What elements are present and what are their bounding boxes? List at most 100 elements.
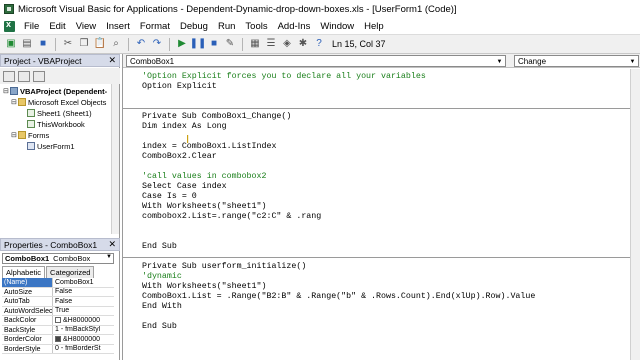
code-line[interactable]: ComboBox2.Clear xyxy=(142,152,217,162)
chevron-down-icon[interactable]: ▼ xyxy=(495,57,504,66)
menu-debug[interactable]: Debug xyxy=(175,21,213,32)
find-icon[interactable]: ⌕ xyxy=(109,37,123,51)
menu-insert[interactable]: Insert xyxy=(101,21,135,32)
run-icon[interactable]: ▶ xyxy=(175,37,189,51)
chevron-down-icon[interactable]: ▼ xyxy=(628,57,637,66)
code-line[interactable]: End Sub xyxy=(142,322,177,332)
code-line[interactable]: Private Sub ComboBox1_Change() xyxy=(142,112,291,122)
menu-edit[interactable]: Edit xyxy=(44,21,70,32)
menu-format[interactable]: Format xyxy=(135,21,175,32)
tree-item-thisworkbook[interactable]: ThisWorkbook xyxy=(27,119,85,129)
reset-icon[interactable]: ■ xyxy=(207,37,221,51)
chevron-down-icon[interactable]: ▼ xyxy=(106,254,112,260)
property-row[interactable]: BackColor &H8000000 xyxy=(2,316,114,326)
menu-help[interactable]: Help xyxy=(359,21,389,32)
tree-item-userform1[interactable]: UserForm1 xyxy=(27,141,75,151)
property-key: AutoWordSelect xyxy=(4,306,53,315)
object-dropdown-value: ComboBox1 xyxy=(130,56,175,66)
undo-icon[interactable]: ↶ xyxy=(134,37,148,51)
tree-item-vbaproject[interactable]: ⊟ VBAProject (Dependent- xyxy=(3,86,107,96)
property-row[interactable]: (Name) ComboBox1 xyxy=(2,278,114,288)
break-icon[interactable]: ❚❚ xyxy=(190,37,207,51)
project-explorer-icon[interactable]: ▦ xyxy=(248,37,262,51)
menu-run[interactable]: Run xyxy=(213,21,240,32)
redo-icon[interactable]: ↷ xyxy=(150,37,164,51)
property-value[interactable]: ComboBox1 xyxy=(53,279,114,286)
code-line[interactable]: index = ComboBox1.ListIndex xyxy=(142,142,276,152)
properties-title: Properties - ComboBox1 ✕ xyxy=(0,238,120,251)
procedure-separator xyxy=(123,108,631,109)
view-code-icon[interactable] xyxy=(3,70,15,82)
properties-window-icon[interactable]: ☰ xyxy=(264,37,278,51)
project-scrollbar[interactable] xyxy=(111,84,119,234)
code-scrollbar[interactable] xyxy=(630,69,640,360)
code-line[interactable]: 'dynamic xyxy=(142,272,182,282)
property-value[interactable]: False xyxy=(53,288,114,295)
toolbar-separator xyxy=(242,37,243,51)
property-row[interactable]: AutoWordSelect True xyxy=(2,306,114,316)
help-icon[interactable]: ? xyxy=(312,37,326,51)
object-browser-icon[interactable]: ◈ xyxy=(280,37,294,51)
property-value[interactable]: 0 - fmBorderSt xyxy=(53,345,114,352)
save-icon[interactable]: ■ xyxy=(36,37,50,51)
collapse-icon[interactable]: ⊟ xyxy=(11,131,18,139)
property-value[interactable]: True xyxy=(53,307,114,314)
property-value[interactable]: 1 - fmBackStyl xyxy=(53,326,114,333)
menu-view[interactable]: View xyxy=(71,21,101,32)
property-row[interactable]: BackStyle 1 - fmBackStyl xyxy=(2,325,114,335)
cut-icon[interactable]: ✂ xyxy=(61,37,75,51)
code-line[interactable]: Private Sub userform_initialize() xyxy=(142,262,306,272)
code-line[interactable]: Select Case index xyxy=(142,182,227,192)
code-line[interactable]: ComboBox1.List = .Range("B2:B" & .Range(… xyxy=(142,292,535,302)
code-line[interactable]: 'call values in combobox2 xyxy=(142,172,266,182)
tab-categorized[interactable]: Categorized xyxy=(46,266,95,278)
property-value[interactable]: &H8000000 xyxy=(53,336,114,343)
close-icon[interactable]: ✕ xyxy=(108,55,116,66)
vba-app-icon xyxy=(4,4,14,14)
object-selector[interactable]: ComboBox1 ComboBox ▼ xyxy=(2,253,114,264)
code-line[interactable]: Case Is = 0 xyxy=(142,192,197,202)
code-line[interactable]: With Worksheets("sheet1") xyxy=(142,282,266,292)
view-object-icon[interactable] xyxy=(18,70,30,82)
menu-add-ins[interactable]: Add-Ins xyxy=(273,21,316,32)
code-line[interactable]: 'Option Explicit forces you to declare a… xyxy=(142,72,426,82)
toolbar-separator xyxy=(169,37,170,51)
object-dropdown[interactable]: ComboBox1 ▼ xyxy=(126,55,506,67)
toolbox-icon[interactable]: ✱ xyxy=(296,37,310,51)
property-row[interactable]: AutoTab False xyxy=(2,297,114,307)
copy-icon[interactable]: ❐ xyxy=(77,37,91,51)
property-row[interactable]: BorderStyle 0 - fmBorderSt xyxy=(2,344,114,354)
property-row[interactable]: BorderColor &H8000000 xyxy=(2,335,114,345)
code-line[interactable]: End With xyxy=(142,302,182,312)
insert-userform-icon[interactable]: ▤ xyxy=(20,37,34,51)
tree-item-sheet1[interactable]: Sheet1 (Sheet1) xyxy=(27,108,92,118)
code-editor[interactable]: 'Option Explicit forces you to declare a… xyxy=(123,69,631,360)
tree-item-forms[interactable]: ⊟ Forms xyxy=(11,130,49,140)
project-explorer: Project - VBAProject ✕ ⊟ VBAProject (Dep… xyxy=(0,54,120,236)
property-value[interactable]: &H8000000 xyxy=(53,317,114,324)
procedure-separator xyxy=(123,257,631,258)
paste-icon[interactable]: 📋 xyxy=(93,37,107,51)
collapse-icon[interactable]: ⊟ xyxy=(11,98,18,106)
menu-tools[interactable]: Tools xyxy=(240,21,272,32)
code-window-header: ComboBox1 ▼ Change ▼ xyxy=(123,54,640,68)
tab-alphabetic[interactable]: Alphabetic xyxy=(2,266,46,278)
code-line[interactable]: combobox2.List=.range("c2:C" & .rang xyxy=(142,212,321,222)
procedure-dropdown[interactable]: Change ▼ xyxy=(514,55,639,67)
property-row[interactable]: AutoSize False xyxy=(2,287,114,297)
design-mode-icon[interactable]: ✎ xyxy=(223,37,237,51)
menu-file[interactable]: File xyxy=(19,21,44,32)
code-line[interactable]: End Sub xyxy=(142,242,177,252)
toggle-folders-icon[interactable] xyxy=(33,70,45,82)
property-value[interactable]: False xyxy=(53,298,114,305)
workbook-icon xyxy=(27,120,35,128)
excel-icon[interactable] xyxy=(4,19,15,32)
tree-item-excel-objects[interactable]: ⊟ Microsoft Excel Objects xyxy=(11,97,106,107)
view-excel-icon[interactable]: ▣ xyxy=(4,37,18,51)
menu-window[interactable]: Window xyxy=(315,21,359,32)
code-line[interactable]: Dim index As Long xyxy=(142,122,227,132)
code-line[interactable]: Option Explicit xyxy=(142,82,217,92)
close-icon[interactable]: ✕ xyxy=(108,239,116,250)
collapse-icon[interactable]: ⊟ xyxy=(3,87,10,95)
code-line[interactable]: With Worksheets("sheet1") xyxy=(142,202,266,212)
